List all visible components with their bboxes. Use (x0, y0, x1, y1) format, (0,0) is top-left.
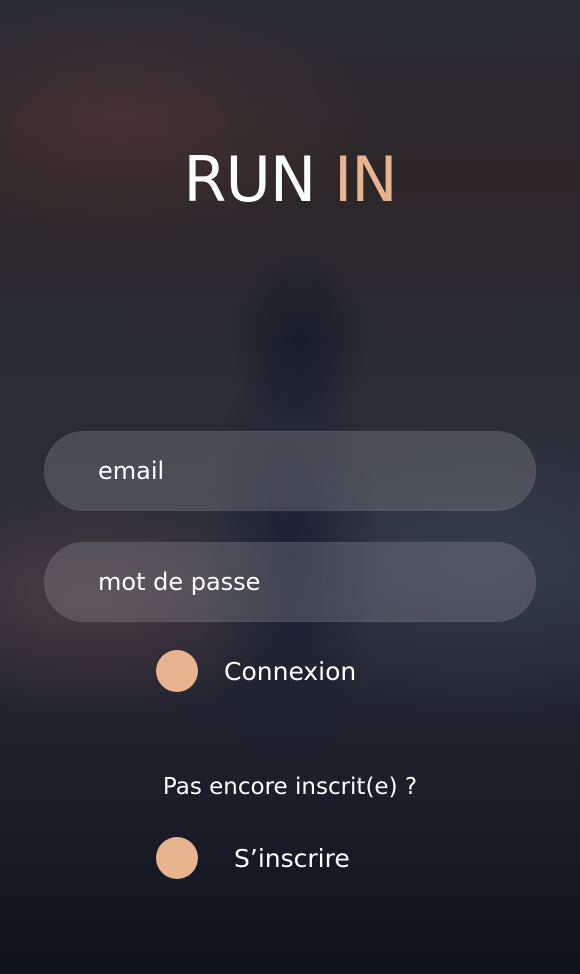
circle-bullet-icon (156, 650, 198, 692)
circle-bullet-icon (156, 837, 198, 879)
email-input[interactable] (98, 457, 498, 485)
signup-label: S’inscrire (234, 843, 350, 873)
logo-word-in: IN (333, 143, 398, 216)
password-input[interactable] (98, 568, 498, 596)
signup-prompt: Pas encore inscrit(e) ? (162, 774, 418, 800)
login-button[interactable]: Connexion (156, 650, 356, 692)
email-field[interactable] (44, 431, 536, 511)
login-label: Connexion (224, 656, 357, 686)
app-logo: RUN IN (0, 140, 580, 220)
signup-button[interactable]: S’inscrire (156, 837, 350, 879)
password-field[interactable] (44, 542, 536, 622)
logo-word-run: RUN (183, 143, 316, 216)
